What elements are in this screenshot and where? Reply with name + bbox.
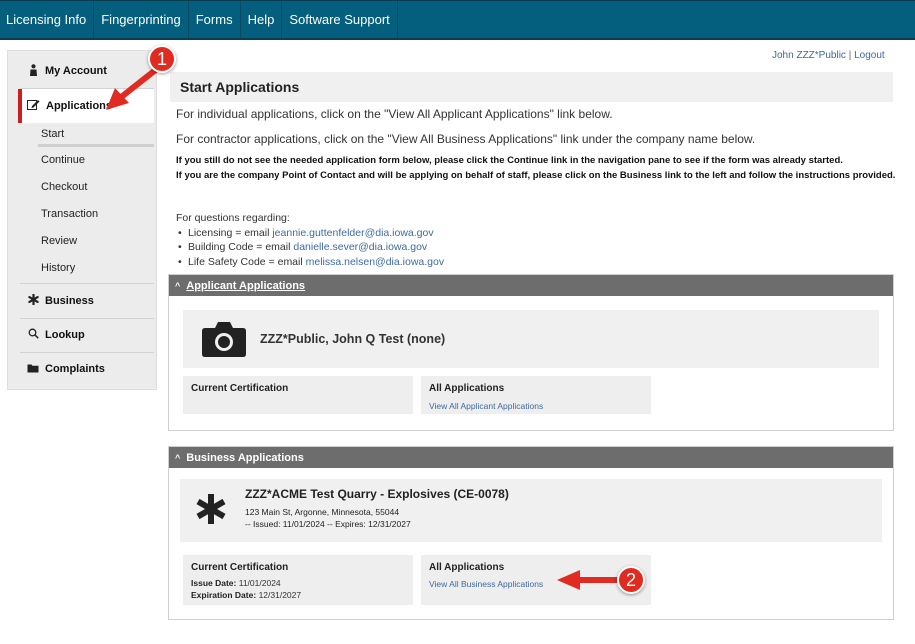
callout-badge-1: 1 bbox=[148, 45, 176, 73]
callout-badge-2: 2 bbox=[617, 566, 645, 594]
callout-arrow-1 bbox=[106, 65, 161, 110]
callout-arrow-2 bbox=[557, 570, 625, 590]
page: Licensing Info Fingerprinting Forms Help… bbox=[0, 0, 915, 644]
annotation-overlay bbox=[106, 65, 625, 590]
